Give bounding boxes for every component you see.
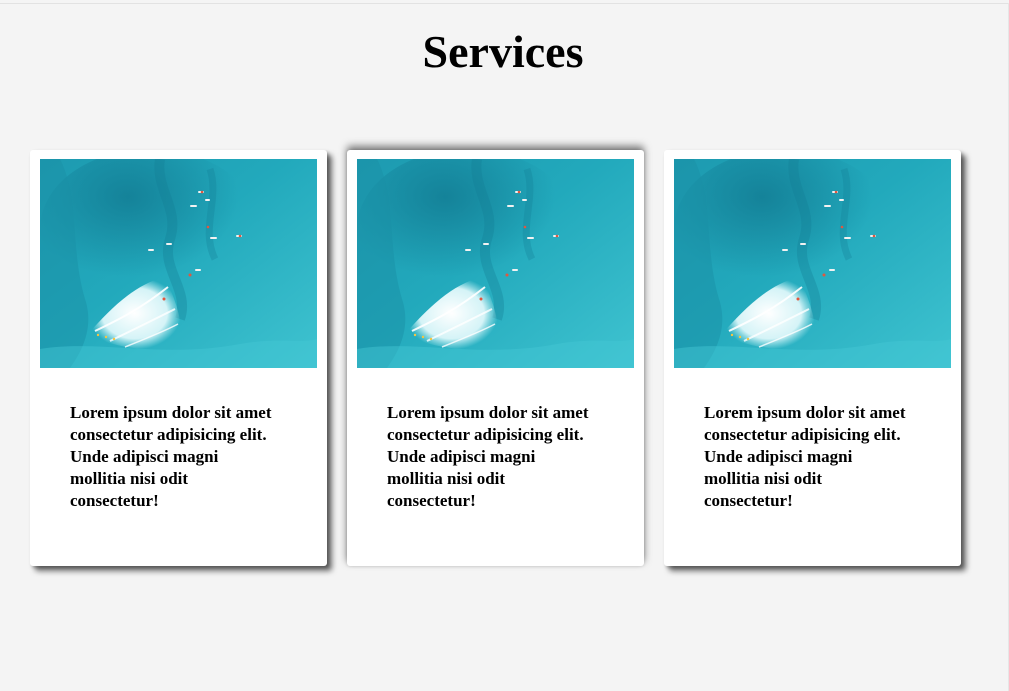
service-card-text: Lorem ipsum dolor sit amet consectetur a…	[704, 403, 906, 510]
top-divider	[0, 3, 1009, 4]
ocean-surfers-aerial-image	[357, 159, 634, 368]
service-card-3: Lorem ipsum dolor sit amet consectetur a…	[664, 150, 961, 566]
ocean-surfers-aerial-image	[674, 159, 951, 368]
service-card-text: Lorem ipsum dolor sit amet consectetur a…	[387, 403, 589, 510]
page-title: Services	[422, 26, 584, 77]
ocean-surfers-aerial-image	[40, 159, 317, 368]
service-card-1: Lorem ipsum dolor sit amet consectetur a…	[30, 150, 327, 566]
service-card-2: Lorem ipsum dolor sit amet consectetur a…	[347, 150, 644, 566]
service-card-text: Lorem ipsum dolor sit amet consectetur a…	[70, 403, 272, 510]
